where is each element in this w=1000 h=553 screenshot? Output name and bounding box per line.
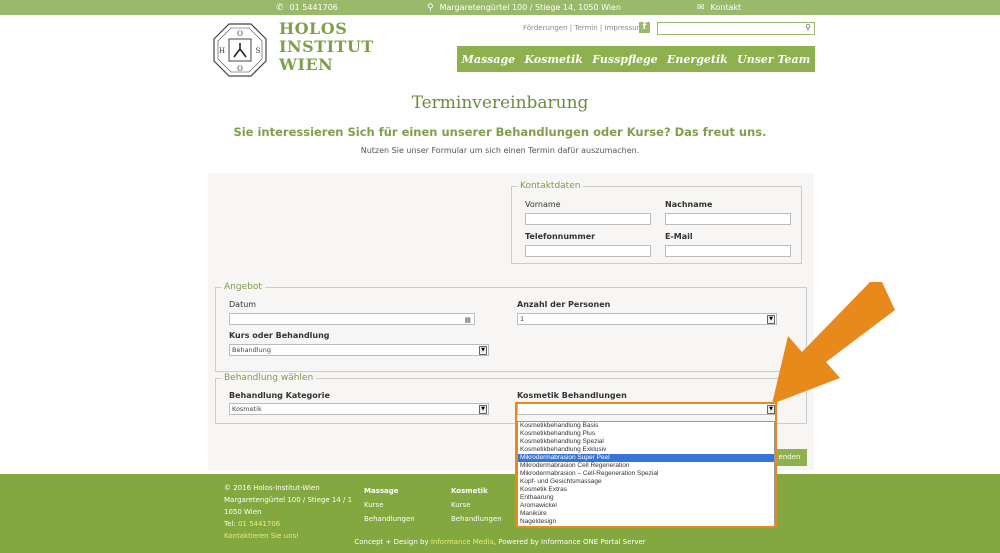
address-item: ⚲ Margaretengürtel 100 / Stiege 14, 1050…	[427, 3, 621, 12]
page-title: Terminvereinbarung	[411, 93, 589, 113]
svg-text:O: O	[237, 65, 243, 73]
telefon-field[interactable]	[525, 245, 651, 257]
footer-tel-label: Tel:	[224, 520, 236, 528]
kosmetik-label: Kosmetik Behandlungen	[517, 391, 627, 400]
angebot-fieldset: Angebot Datum ▦ Anzahl der Personen 1 ▼ …	[215, 282, 807, 372]
telefon-label: Telefonnummer	[525, 232, 596, 241]
phone-icon: ✆	[276, 2, 284, 13]
envelope-icon: ✉	[697, 2, 705, 13]
nav-fusspflege[interactable]: Fusspflege	[592, 53, 657, 66]
main-nav: Massage Kosmetik Fusspflege Energetik Un…	[457, 46, 815, 72]
footer-address: © 2016 Holos-Institut-Wien Margaretengür…	[224, 482, 352, 542]
contact-text: Kontakt	[710, 3, 742, 12]
kurs-select[interactable]: Behandlung ▼	[229, 344, 489, 356]
nachname-label: Nachname	[665, 200, 713, 209]
link-foerderungen[interactable]: Förderungen	[523, 24, 568, 32]
search-input[interactable]: ⚲	[657, 22, 815, 35]
svg-text:S: S	[256, 47, 261, 55]
top-bar: ✆ 01 5441706 ⚲ Margaretengürtel 100 / St…	[0, 0, 1000, 15]
svg-text:O: O	[237, 30, 243, 38]
kurs-value: Behandlung	[232, 346, 271, 354]
contact-fieldset: Kontaktdaten Vorname Nachname Telefonnum…	[511, 181, 802, 264]
phone-text: 01 5441706	[289, 3, 338, 12]
holos-logo-icon[interactable]: O H S O	[212, 22, 268, 78]
link-termin[interactable]: Termin	[574, 24, 597, 32]
submit-button[interactable]: enden	[772, 449, 807, 466]
link-impressum[interactable]: Impressum	[605, 24, 644, 32]
kategorie-label: Behandlung Kategorie	[229, 391, 330, 400]
chevron-down-icon[interactable]: ▼	[479, 405, 487, 414]
behandlung-legend: Behandlung wählen	[221, 373, 317, 383]
footer-col-massage: Massage Kurse Behandlungen	[364, 484, 415, 526]
brand-line-2: INSTITUT	[279, 37, 374, 56]
footer-massage-head[interactable]: Massage	[364, 484, 415, 498]
contact-link[interactable]: ✉ Kontakt	[697, 3, 741, 12]
intro-text: Nutzen Sie unser Formular um sich einen …	[360, 146, 640, 155]
footer-col-kosmetik: Kosmetik Kurse Behandlungen	[451, 484, 502, 526]
brand-line-1: HOLOS	[279, 19, 348, 38]
vorname-field[interactable]	[525, 213, 651, 225]
nachname-field[interactable]	[665, 213, 791, 225]
footer-kosmetik-behandlungen[interactable]: Behandlungen	[451, 512, 502, 526]
datum-label: Datum	[229, 300, 257, 309]
nav-unser-team[interactable]: Unser Team	[737, 53, 810, 66]
calendar-icon[interactable]: ▦	[464, 315, 471, 325]
personen-value: 1	[520, 315, 525, 323]
footer-address-line1: Margaretengürtel 100 / Stiege 14 / 1	[224, 496, 353, 504]
footer-copyright: © 2016 Holos-Institut-Wien	[224, 484, 320, 492]
email-field[interactable]	[665, 245, 791, 257]
angebot-legend: Angebot	[221, 282, 265, 292]
kurs-label: Kurs oder Behandlung	[229, 331, 330, 340]
contact-legend: Kontaktdaten	[517, 181, 584, 191]
credits-suffix: , Powered by Informance ONE Portal Serve…	[493, 538, 646, 546]
email-label: E-Mail	[665, 232, 693, 241]
kategorie-select[interactable]: Kosmetik ▼	[229, 403, 489, 415]
footer-massage-behandlungen[interactable]: Behandlungen	[364, 512, 415, 526]
footer-tel-link[interactable]: 01 5441706	[238, 520, 280, 528]
search-icon[interactable]: ⚲	[805, 23, 811, 32]
footer-tel: Tel: 01 5441706	[224, 518, 352, 530]
nav-energetik[interactable]: Energetik	[667, 53, 728, 66]
phone-item[interactable]: ✆ 01 5441706	[276, 3, 338, 12]
kategorie-value: Kosmetik	[232, 405, 262, 413]
top-links: Förderungen | Termin | Impressum	[523, 24, 644, 32]
credits-link[interactable]: Informance Media	[431, 538, 494, 546]
brand-line-3: WIEN	[279, 55, 334, 74]
address-text: Margaretengürtel 100 / Stiege 14, 1050 W…	[439, 3, 622, 12]
footer-massage-kurse[interactable]: Kurse	[364, 498, 415, 512]
vorname-label: Vorname	[525, 200, 561, 209]
brand-name[interactable]: HOLOS INSTITUT WIEN	[279, 20, 374, 74]
footer-kosmetik-head[interactable]: Kosmetik	[451, 484, 502, 498]
personen-label: Anzahl der Personen	[517, 300, 611, 309]
map-pin-icon: ⚲	[427, 2, 434, 13]
svg-text:H: H	[219, 47, 225, 55]
page-subtitle: Sie interessieren Sich für einen unserer…	[233, 125, 767, 139]
chevron-down-icon[interactable]: ▼	[479, 346, 487, 355]
annotation-arrow-icon	[772, 282, 895, 404]
facebook-icon[interactable]: f	[639, 22, 650, 33]
datum-field[interactable]: ▦	[229, 313, 475, 325]
personen-select[interactable]: 1 ▼	[517, 313, 777, 325]
nav-massage[interactable]: Massage	[462, 53, 516, 66]
footer-kosmetik-kurse[interactable]: Kurse	[451, 498, 502, 512]
annotation-highlight-box	[515, 402, 777, 528]
footer-address-line2: 1050 Wien	[224, 508, 262, 516]
nav-kosmetik[interactable]: Kosmetik	[525, 53, 583, 66]
footer-credits: Concept + Design by Informance Media, Po…	[0, 538, 1000, 546]
credits-prefix: Concept + Design by	[354, 538, 429, 546]
